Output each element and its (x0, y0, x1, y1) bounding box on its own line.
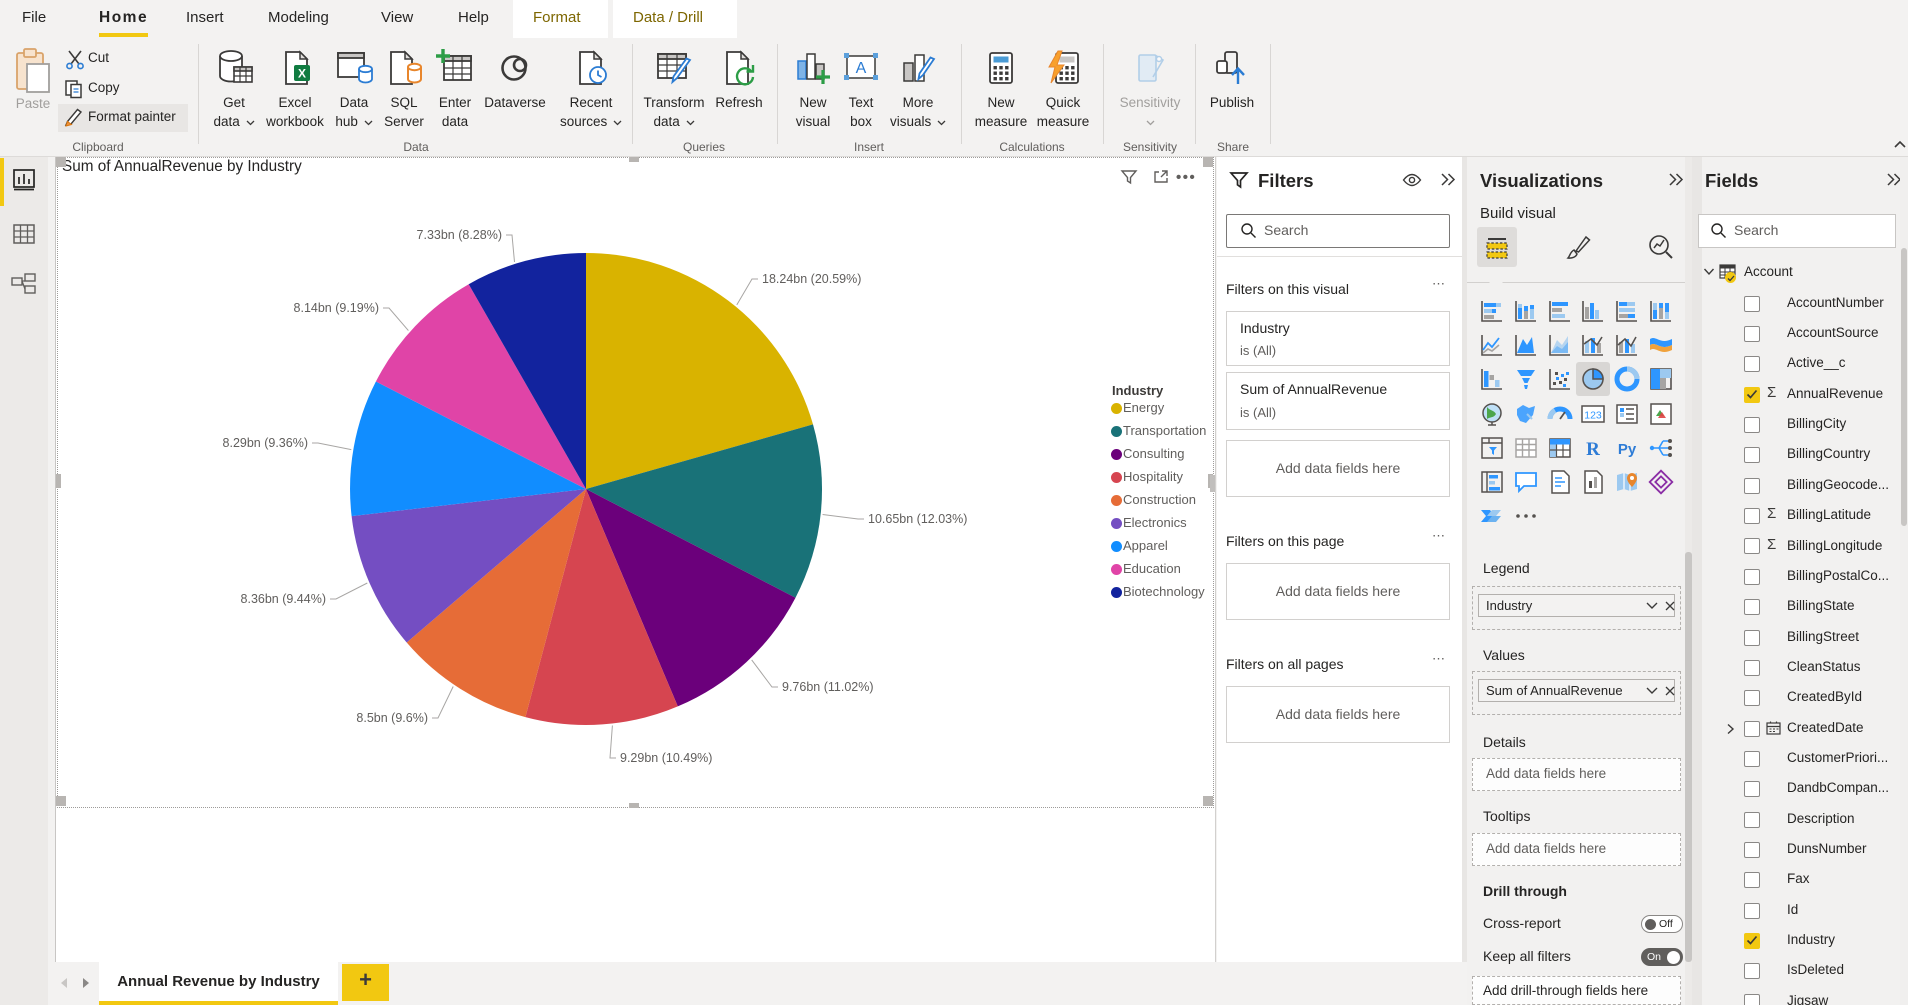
svg-text:7.33bn (8.28%): 7.33bn (8.28%) (417, 228, 502, 242)
svg-text:123: 123 (1584, 410, 1602, 422)
svg-text:X: X (298, 67, 306, 81)
svg-text:9.76bn (11.02%): 9.76bn (11.02%) (782, 680, 874, 694)
svg-text:8.5bn (9.6%): 8.5bn (9.6%) (356, 711, 428, 725)
svg-text:18.24bn (20.59%): 18.24bn (20.59%) (762, 272, 861, 286)
svg-text:R: R (1586, 439, 1600, 460)
svg-text:8.29bn (9.36%): 8.29bn (9.36%) (223, 436, 308, 450)
svg-text:A: A (856, 60, 867, 77)
svg-text:8.14bn (9.19%): 8.14bn (9.19%) (294, 301, 379, 315)
svg-text:8.36bn (9.44%): 8.36bn (9.44%) (241, 592, 326, 606)
svg-text:Py: Py (1618, 441, 1637, 458)
svg-text:9.29bn (10.49%): 9.29bn (10.49%) (620, 751, 712, 765)
svg-text:10.65bn (12.03%): 10.65bn (12.03%) (868, 512, 967, 526)
